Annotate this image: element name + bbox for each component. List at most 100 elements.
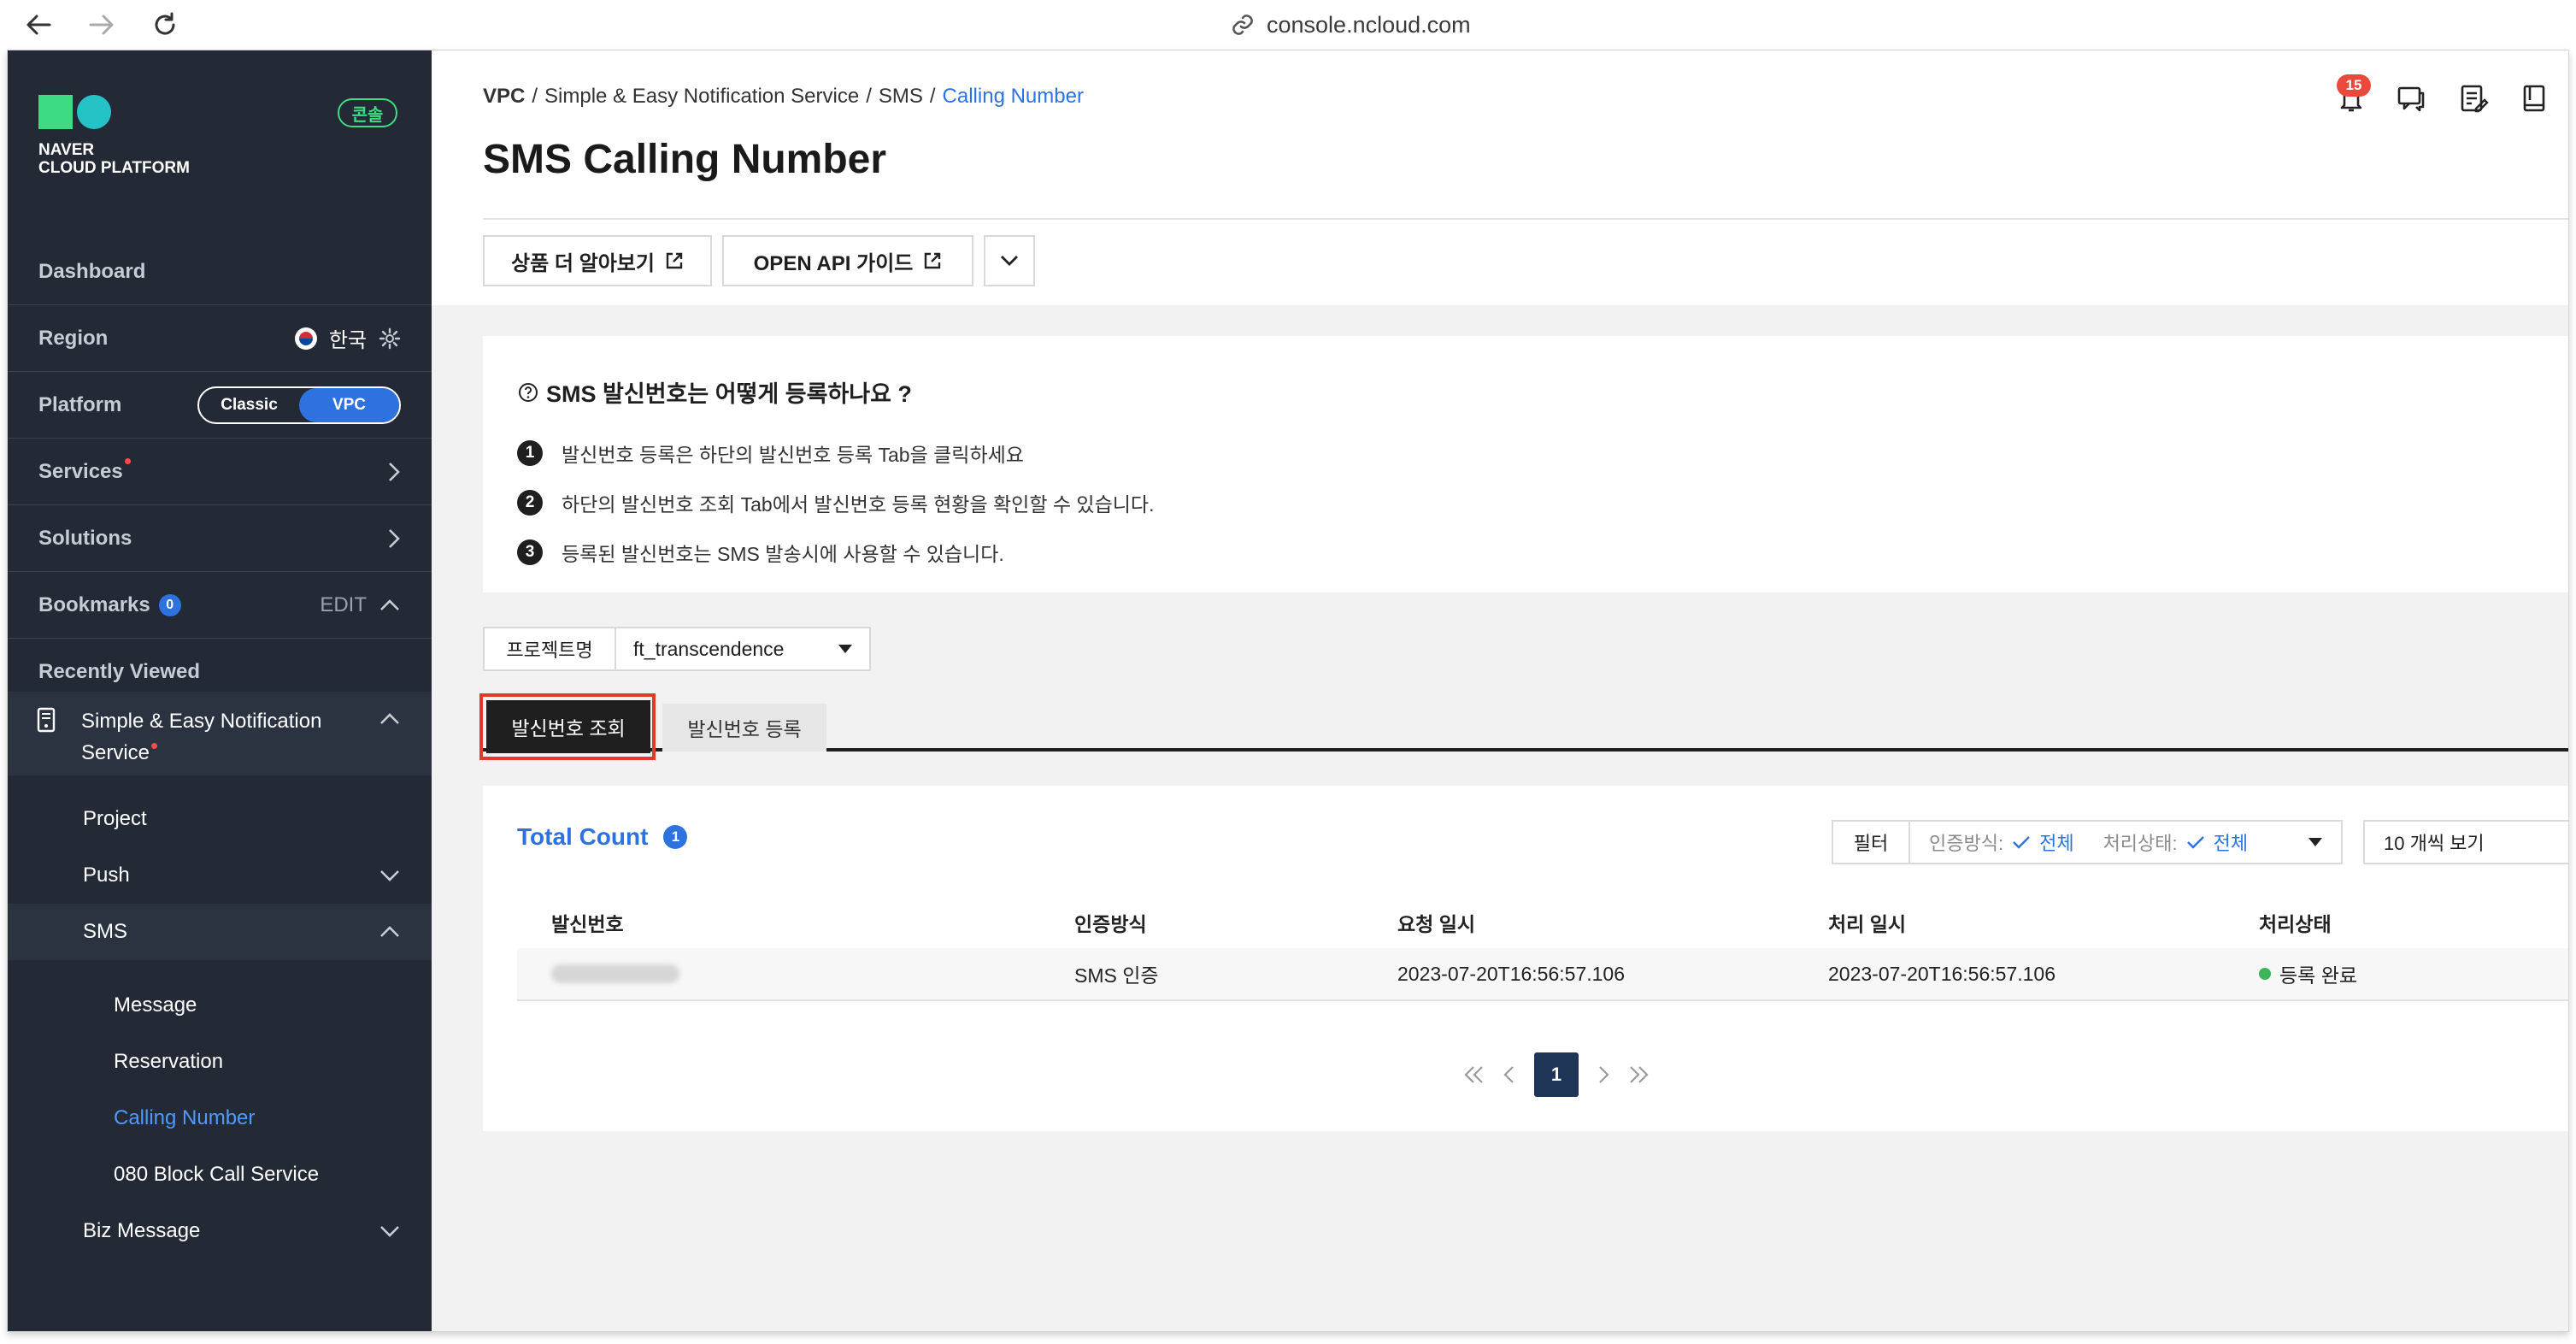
external-link-icon [666,252,683,269]
new-dot [151,743,158,749]
filter-bar: 필터 인증방식: 전체 처리상태: 전체 [1832,820,2343,864]
manual-book-icon[interactable] [2515,80,2553,117]
chevron-up-icon[interactable] [379,598,401,612]
sidebar-item-calling-number[interactable]: Calling Number [8,1090,432,1147]
project-label: Project [83,807,147,830]
step-number: 1 [517,440,543,466]
column-header[interactable]: 처리상태 [2259,908,2568,937]
tab-calling-number-register[interactable]: 발신번호 등록 [662,704,826,752]
platform-vpc-option[interactable]: VPC [299,387,399,422]
naver-cloud-logo[interactable] [38,95,115,131]
block-call-label: 080 Block Call Service [114,1163,320,1186]
calling-number-table-panel: Total Count 1 필터 인증방식: 전체 처리상태: 전체 10 개씩… [483,786,2568,1131]
step-number: 2 [517,490,543,516]
last-page-icon[interactable] [1628,1065,1649,1084]
platform-label: Platform [38,392,122,416]
reload-icon[interactable] [145,5,185,44]
chevron-right-icon [389,462,400,481]
sidebar-item-reservation[interactable]: Reservation [8,1034,432,1090]
sidebar-item-dashboard[interactable]: Dashboard [8,239,432,305]
gear-icon[interactable] [379,327,401,350]
app-window: NAVER CLOUD PLATFORM 콘솔 Dashboard Region … [7,50,2569,1332]
address-bar[interactable]: console.ncloud.com [1231,7,1471,43]
table-row[interactable]: SMS 인증 2023-07-20T16:56:57.106 2023-07-2… [517,948,2568,1001]
sidebar-item-sens[interactable]: Simple & Easy Notification Service [8,692,432,775]
step-text: 하단의 발신번호 조회 Tab에서 발신번호 등록 현황을 확인할 수 있습니다… [562,493,1155,516]
per-page-value: 10 개씩 보기 [2384,833,2485,854]
per-page-select[interactable]: 10 개씩 보기 [2363,820,2568,864]
info-step: 1 발신번호 등록은 하단의 발신번호 등록 Tab을 클릭하세요 [517,439,1024,468]
caret-down-icon [838,645,852,653]
first-page-icon[interactable] [1464,1065,1485,1084]
chevron-down-icon [380,1226,399,1237]
sidebar-item-services[interactable]: Services [8,439,432,505]
sidebar-item-sms[interactable]: SMS [8,904,432,960]
reservation-label: Reservation [114,1050,224,1073]
project-dropdown[interactable]: ft_transcendence [616,628,869,669]
korea-flag-icon [294,327,317,350]
column-header[interactable]: 인증방식 [1074,908,1397,937]
services-label: Services [38,459,123,483]
breadcrumb-current: Calling Number [942,85,1084,108]
total-count-label: Total Count [517,823,649,850]
learn-more-button[interactable]: 상품 더 알아보기 [483,235,712,286]
sidebar-item-push[interactable]: Push [8,847,432,904]
filter-label: 필터 [1833,822,1910,863]
project-selector: 프로젝트명 ft_transcendence [483,627,871,671]
region-label: Region [38,326,109,350]
platform-toggle[interactable]: Classic VPC [197,386,401,424]
link-icon [1232,15,1253,35]
page-title: SMS Calling Number [483,137,887,182]
chevron-down-icon [380,870,399,881]
breadcrumb: VPC / Simple & Easy Notification Service… [483,85,1084,109]
memo-icon[interactable] [2454,80,2491,117]
chevron-up-icon [380,926,399,937]
step-text: 발신번호 등록은 하단의 발신번호 등록 Tab을 클릭하세요 [562,444,1024,466]
url-text: console.ncloud.com [1267,11,1471,38]
filter-auth-label: 인증방식: [1929,833,2004,854]
filter-dropdown[interactable]: 인증방식: 전체 처리상태: 전체 [1910,822,2341,863]
sidebar-item-project[interactable]: Project [8,791,432,847]
sens-label: Simple & Easy Notification Service [81,710,322,764]
main-content: VPC / Simple & Easy Notification Service… [432,50,2568,1331]
bookmarks-edit[interactable]: EDIT [320,593,367,617]
next-page-icon[interactable] [1597,1065,1609,1084]
open-api-guide-button[interactable]: OPEN API 가이드 [722,235,973,286]
processed-at-cell: 2023-07-20T16:56:57.106 [1828,962,2056,985]
breadcrumb-separator: / [929,85,936,108]
info-panel: SMS 발신번호는 어떻게 등록하나요 ? 1 발신번호 등록은 하단의 발신번… [483,336,2568,592]
forward-icon[interactable] [82,5,121,44]
prev-page-icon[interactable] [1503,1065,1515,1084]
column-header[interactable]: 발신번호 [517,908,1074,937]
sidebar-item-bookmarks[interactable]: Bookmarks 0 EDIT [8,572,432,639]
header-divider [483,218,2568,220]
info-step: 3 등록된 발신번호는 SMS 발송시에 사용할 수 있습니다. [517,538,1004,567]
sidebar-item-biz-message[interactable]: Biz Message [8,1203,432,1259]
console-badge: 콘솔 [338,98,397,127]
sidebar-item-080-block-call[interactable]: 080 Block Call Service [8,1147,432,1203]
breadcrumb-sms[interactable]: SMS [879,85,923,109]
sidebar-item-solutions[interactable]: Solutions [8,505,432,572]
bookmarks-label: Bookmarks [38,592,150,616]
column-header[interactable]: 요청 일시 [1397,908,1828,937]
sidebar-item-region[interactable]: Region 한국 [8,305,432,372]
notification-badge: 15 [2337,74,2371,97]
step-text: 등록된 발신번호는 SMS 발송시에 사용할 수 있습니다. [562,543,1004,565]
filter-status-value: 전체 [2213,833,2249,854]
auth-method-cell: SMS 인증 [1074,964,1159,987]
chat-icon[interactable] [2392,80,2430,117]
redacted-phone-number [551,964,679,983]
breadcrumb-vpc[interactable]: VPC [483,85,525,109]
column-header[interactable]: 처리 일시 [1828,908,2259,937]
chevron-right-icon [389,528,400,548]
more-dropdown-button[interactable] [984,235,1035,286]
breadcrumb-service[interactable]: Simple & Easy Notification Service [544,85,859,109]
sidebar-item-message[interactable]: Message [8,977,432,1034]
logo-text: NAVER CLOUD PLATFORM [38,141,190,177]
solutions-label: Solutions [38,526,132,550]
platform-classic-option[interactable]: Classic [199,388,299,422]
chevron-down-icon [1001,256,1018,266]
back-icon[interactable] [19,5,58,44]
chevron-up-icon[interactable] [379,712,401,726]
page-button[interactable]: 1 [1534,1052,1579,1097]
